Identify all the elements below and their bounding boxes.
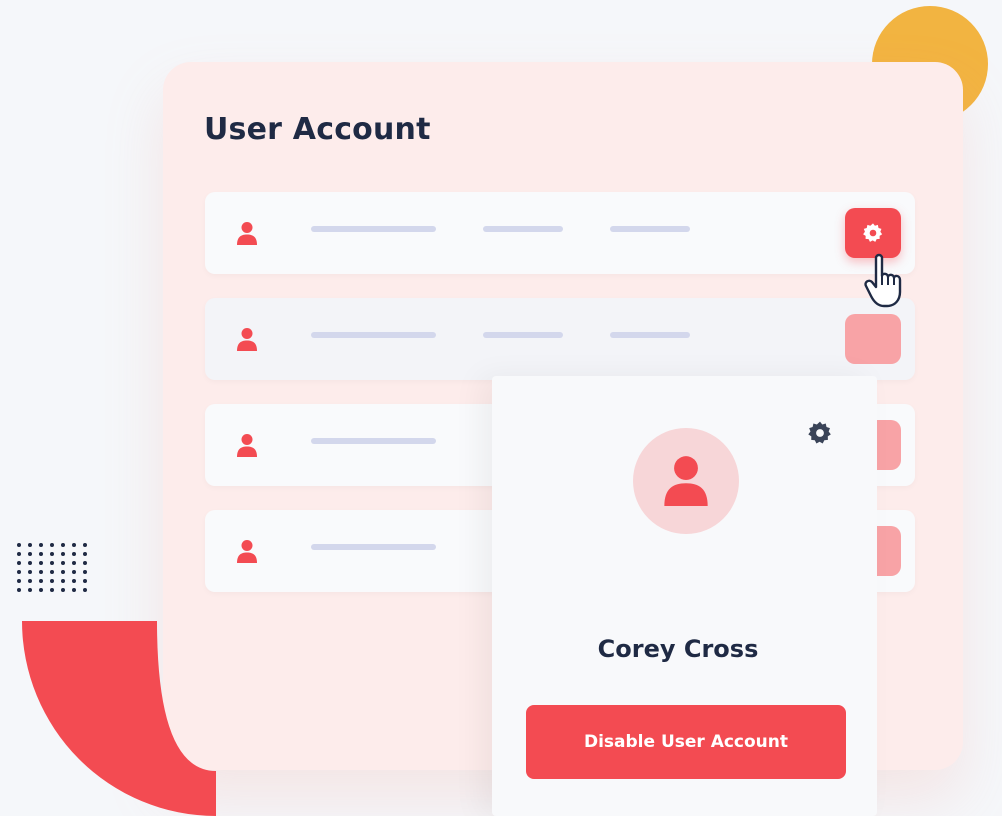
settings-button[interactable] (845, 314, 901, 364)
name-placeholder-bar (311, 226, 436, 232)
user-icon (237, 222, 257, 245)
field-placeholder-bar (610, 332, 690, 338)
decor-red-quarter-circle (22, 621, 216, 816)
disable-account-button[interactable]: Disable User Account (526, 705, 846, 779)
decor-dot-grid (17, 543, 89, 592)
avatar (633, 428, 739, 534)
field-placeholder-bar (610, 226, 690, 232)
gear-icon (863, 223, 883, 242)
gear-icon[interactable] (807, 420, 833, 446)
panel-title: User Account (204, 112, 431, 147)
name-placeholder-bar (311, 438, 436, 444)
user-icon (237, 540, 257, 563)
settings-button[interactable] (845, 208, 901, 258)
user-icon (664, 456, 708, 506)
user-row[interactable] (205, 192, 915, 274)
name-placeholder-bar (311, 544, 436, 550)
user-icon (237, 328, 257, 351)
user-name: Corey Cross (597, 635, 759, 663)
field-placeholder-bar (483, 226, 563, 232)
name-placeholder-bar (311, 332, 436, 338)
user-icon (237, 434, 257, 457)
user-row[interactable] (205, 298, 915, 380)
user-detail-card: Corey Cross Disable User Account (492, 376, 877, 816)
field-placeholder-bar (483, 332, 563, 338)
hand-cursor-icon (864, 253, 902, 308)
